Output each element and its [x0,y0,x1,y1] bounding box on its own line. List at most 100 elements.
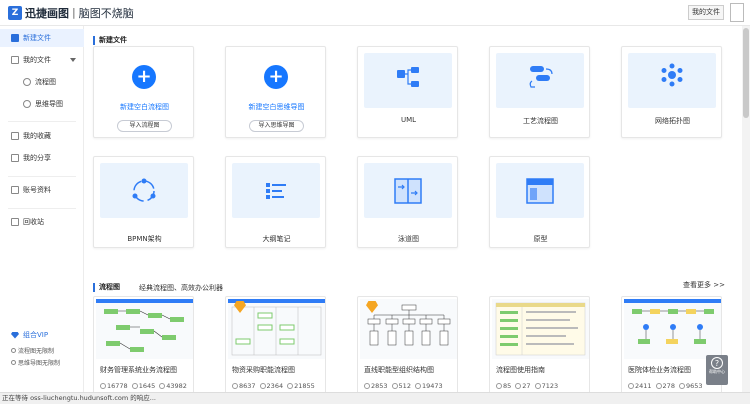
process-flow-card[interactable]: 工艺流程图 [489,46,590,138]
section-subtitle: 经典流程图、高效办公利器 [139,284,223,292]
template-card[interactable]: 直线职能型组织结构图 2853 512 19473 [357,296,458,396]
import-flowchart-button[interactable]: 导入流程图 [117,120,172,132]
outline-notes-card[interactable]: 大纲笔记 [225,156,326,248]
file-icon [11,34,19,42]
sidebar-item-shares[interactable]: 我的分享 [0,149,84,167]
copy-icon [159,383,166,389]
my-docs-button[interactable]: 我的文件 [688,5,724,20]
template-stats: 85 27 7123 [496,382,558,390]
sidebar-item-mindmap[interactable]: 思维导图 [0,95,84,113]
template-thumbnail [96,299,193,359]
sidebar-item-flowchart[interactable]: 流程图 [0,73,84,91]
check-icon [11,360,16,365]
card-label: 网络拓扑图 [655,117,690,125]
sidebar-item-label: 流程图 [35,78,56,86]
user-icon [11,186,19,194]
sidebar-item-new-file[interactable]: 新建文件 [0,29,84,47]
card-label: 泳道图 [398,235,419,243]
scrollbar-thumb[interactable] [743,28,749,118]
outline-icon [266,183,286,199]
card-thumb [100,163,188,218]
network-topology-card[interactable]: 网络拓扑图 [621,46,722,138]
likes-count: 27 [522,382,531,390]
process-icon [529,66,553,88]
divider [8,208,76,209]
sidebar-item-label: 回收站 [23,218,44,226]
question-icon: ? [711,357,723,369]
window-button[interactable] [730,3,744,22]
folder-icon [11,56,19,64]
prototype-card[interactable]: 原型 [489,156,590,248]
sidebar-item-label: 新建文件 [23,34,51,42]
bpmn-card[interactable]: BPMN架构 [93,156,194,248]
mind-limit: 思维导图无限制 [11,358,60,367]
import-mindmap-button[interactable]: 导入思维导图 [249,120,304,132]
template-card[interactable]: 流程图使用指南 85 27 7123 [489,296,590,396]
app-slogan: 脑图不烧脑 [78,6,134,20]
sidebar-item-recycle[interactable]: 回收站 [0,213,84,231]
likes-count: 278 [662,382,675,390]
help-center-button[interactable]: ? 帮助中心 [706,355,728,385]
copy-icon [678,383,685,389]
card-thumb [232,163,320,218]
divider [8,121,76,122]
top-bar: Z 迅捷画图 | 脑图不烧脑 我的文件 [0,0,750,26]
eye-icon [232,383,238,389]
sidebar-item-label: 思维导图 [35,100,63,108]
sidebar: 新建文件 我的文件 流程图 思维导图 我的收藏 我的分享 账号资料 回收站 组合… [0,26,84,392]
card-thumb [364,163,452,218]
trash-icon [11,218,19,226]
template-name: 直线职能型组织结构图 [364,366,434,374]
sidebar-item-favorites[interactable]: 我的收藏 [0,127,84,145]
uses-count: 7123 [541,382,559,390]
card-thumb [496,53,584,108]
views-count: 16778 [107,382,128,390]
view-more-link[interactable]: 查看更多 >> [683,280,725,290]
like-icon [655,383,662,389]
copy-icon [534,383,541,389]
mind-limit-label: 思维导图无限制 [18,360,61,367]
views-count: 2411 [635,382,652,390]
like-icon [259,383,266,389]
network-icon [661,63,683,87]
card-label: 新建空白思维导图 [248,103,305,111]
vip-link[interactable]: 组合VIP [0,328,84,342]
card-thumb [364,53,452,108]
template-card[interactable]: 财务管理系统业务流程图 16778 1645 43982 [93,296,194,396]
eye-icon [364,383,370,389]
new-blank-flowchart-card[interactable]: + 新建空白流程图 导入流程图 [93,46,194,138]
logo-icon: Z [8,5,22,20]
check-icon [11,348,16,353]
app-logo[interactable]: Z 迅捷画图 | 脑图不烧脑 [8,5,134,21]
template-name: 医院体检业务流程图 [628,366,691,374]
divider [8,176,76,177]
swimlane-card[interactable]: 泳道图 [357,156,458,248]
uses-count: 19473 [421,382,443,390]
uses-count: 9653 [685,382,703,390]
card-label: 大纲笔记 [262,235,291,243]
sidebar-item-account[interactable]: 账号资料 [0,181,84,199]
template-name: 物资采购职能流程图 [232,366,295,374]
likes-count: 512 [398,382,411,390]
sidebar-item-my-files[interactable]: 我的文件 [0,51,84,69]
template-thumbnail [624,299,721,359]
card-thumb [496,163,584,218]
card-label: 原型 [533,235,548,243]
sidebar-item-label: 我的收藏 [23,132,51,140]
sidebar-item-label: 我的分享 [23,154,51,162]
uses-count: 43982 [166,382,187,390]
flow-limit-label: 流程图无限制 [18,348,55,355]
template-name: 财务管理系统业务流程图 [100,366,177,374]
vertical-scrollbar[interactable] [742,26,750,392]
template-name: 流程图使用指南 [496,366,545,374]
section-title-new: 新建文件 [93,36,127,45]
template-card[interactable]: 物资采购职能流程图 8637 2364 21855 [225,296,326,396]
template-stats: 2853 512 19473 [364,382,443,390]
new-blank-mindmap-card[interactable]: + 新建空白思维导图 导入思维导图 [225,46,326,138]
plus-icon: + [132,65,156,89]
views-count: 85 [503,382,512,390]
sidebar-item-label: 我的文件 [23,56,51,64]
uml-card[interactable]: UML [357,46,458,138]
views-count: 8637 [239,382,256,390]
diamond-icon [11,331,19,339]
